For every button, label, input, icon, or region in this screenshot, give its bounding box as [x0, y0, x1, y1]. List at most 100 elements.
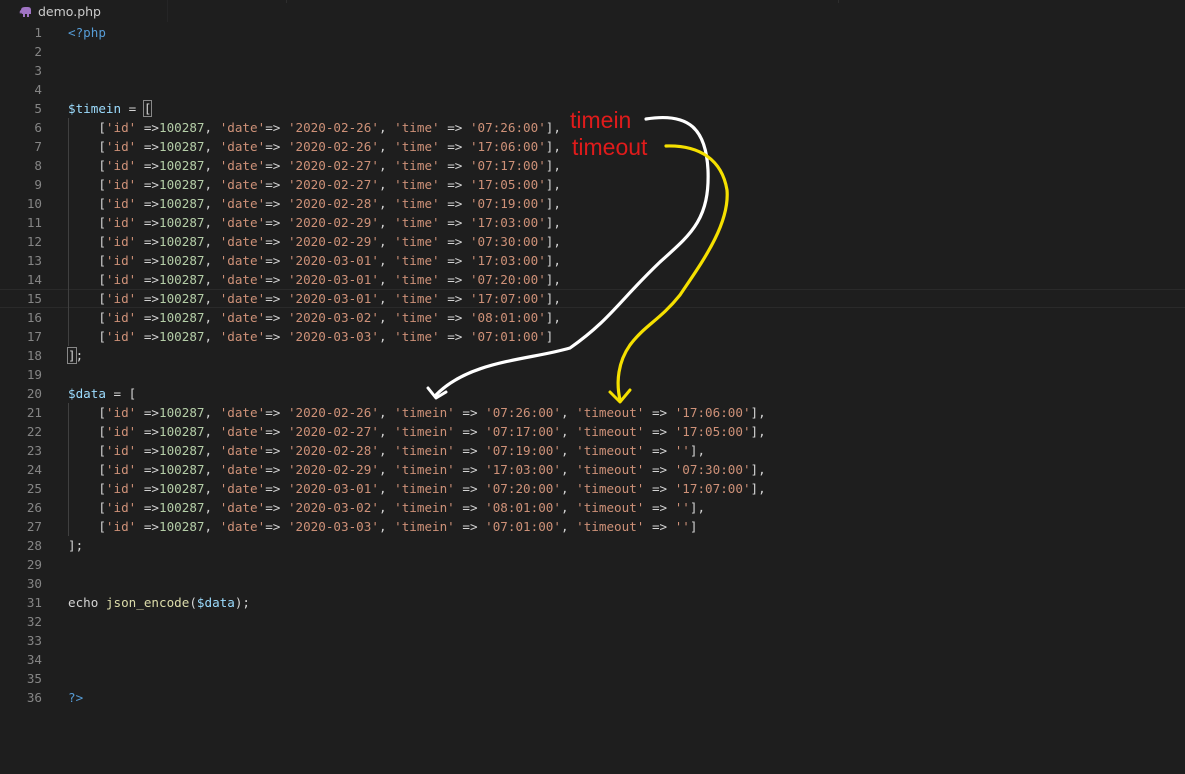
- code-token: 'timeout': [576, 500, 645, 515]
- code-token: 'id': [105, 443, 137, 458]
- code-token: 'date': [219, 310, 266, 325]
- code-line[interactable]: 27 ['id' =>100287, 'date'=> '2020-03-03'…: [0, 517, 1185, 536]
- code-line[interactable]: 20 $data = [: [0, 384, 1185, 403]
- code-token: 100287: [159, 139, 205, 154]
- code-line[interactable]: 14 ['id' =>100287, 'date'=> '2020-03-01'…: [0, 270, 1185, 289]
- code-token: =>: [265, 139, 288, 154]
- code-token: '2020-03-03': [287, 519, 379, 534]
- code-token: [: [68, 462, 106, 477]
- code-token: ,: [378, 424, 395, 439]
- code-line[interactable]: 21 ['id' =>100287, 'date'=> '2020-02-26'…: [0, 403, 1185, 422]
- code-line[interactable]: 33: [0, 631, 1185, 650]
- code-token: '2020-03-01': [287, 272, 379, 287]
- code-token: $data: [196, 595, 235, 610]
- code-token: 'date': [219, 196, 266, 211]
- code-token: '07:20:00': [469, 272, 546, 287]
- code-token: [: [68, 139, 106, 154]
- code-line[interactable]: 17 ['id' =>100287, 'date'=> '2020-03-03'…: [0, 327, 1185, 346]
- code-token: 'timeout': [576, 424, 645, 439]
- code-line[interactable]: 24 ['id' =>100287, 'date'=> '2020-02-29'…: [0, 460, 1185, 479]
- code-text: ];: [67, 346, 83, 365]
- code-line[interactable]: 31 echo json_encode($data);: [0, 593, 1185, 612]
- code-line[interactable]: 34: [0, 650, 1185, 669]
- code-token: echo: [68, 595, 106, 610]
- code-token: ,: [378, 234, 395, 249]
- code-token: ];: [68, 538, 84, 553]
- code-line[interactable]: 2: [0, 42, 1185, 61]
- code-token: =>: [439, 139, 470, 154]
- code-token: 'id': [105, 139, 137, 154]
- code-line[interactable]: 32: [0, 612, 1185, 631]
- code-token: =>: [265, 234, 288, 249]
- code-token: [: [68, 234, 106, 249]
- code-token: ,: [204, 310, 220, 325]
- tab-bar: demo.php: [0, 0, 1185, 22]
- code-token: '2020-02-26': [287, 405, 379, 420]
- code-token: ,: [378, 481, 395, 496]
- code-line[interactable]: 28];: [0, 536, 1185, 555]
- code-line[interactable]: 30: [0, 574, 1185, 593]
- code-line[interactable]: 19: [0, 365, 1185, 384]
- code-line[interactable]: 4: [0, 80, 1185, 99]
- code-token: 'timein': [394, 481, 455, 496]
- code-line[interactable]: 12 ['id' =>100287, 'date'=> '2020-02-29'…: [0, 232, 1185, 251]
- code-line[interactable]: 1 <?php: [0, 23, 1185, 42]
- line-number: 5: [34, 101, 42, 116]
- code-line[interactable]: 22 ['id' =>100287, 'date'=> '2020-02-27'…: [0, 422, 1185, 441]
- line-number: 21: [26, 405, 42, 420]
- code-text: ['id' =>100287, 'date'=> '2020-02-29', '…: [68, 213, 561, 232]
- code-line[interactable]: 26 ['id' =>100287, 'date'=> '2020-03-02'…: [0, 498, 1185, 517]
- code-token: ,: [560, 443, 577, 458]
- code-token: ,: [204, 158, 220, 173]
- code-token: =>: [265, 177, 288, 192]
- code-token: [: [68, 329, 106, 344]
- code-token: '2020-02-29': [287, 215, 379, 230]
- code-token: ],: [545, 177, 561, 192]
- code-line[interactable]: 23 ['id' =>100287, 'date'=> '2020-02-28'…: [0, 441, 1185, 460]
- line-number: 18: [26, 348, 42, 363]
- code-line[interactable]: 11 ['id' =>100287, 'date'=> '2020-02-29'…: [0, 213, 1185, 232]
- code-line[interactable]: 18];: [0, 346, 1185, 365]
- code-token: '17:03:00': [469, 253, 546, 268]
- code-token: $data: [68, 386, 106, 401]
- code-line[interactable]: 10 ['id' =>100287, 'date'=> '2020-02-28'…: [0, 194, 1185, 213]
- code-token: ,: [204, 253, 220, 268]
- code-line[interactable]: 16 ['id' =>100287, 'date'=> '2020-03-02'…: [0, 308, 1185, 327]
- code-line[interactable]: 29: [0, 555, 1185, 574]
- code-token: =>: [136, 196, 160, 211]
- code-line[interactable]: 9 ['id' =>100287, 'date'=> '2020-02-27',…: [0, 175, 1185, 194]
- code-line[interactable]: 36 ?>: [0, 688, 1185, 707]
- code-token: =>: [136, 291, 160, 306]
- code-token: =>: [644, 405, 675, 420]
- code-token: =>: [454, 481, 486, 496]
- code-line[interactable]: 13 ['id' =>100287, 'date'=> '2020-03-01'…: [0, 251, 1185, 270]
- code-token: =>: [136, 329, 160, 344]
- code-token: ],: [545, 120, 561, 135]
- code-token: ,: [378, 196, 395, 211]
- code-token: =>: [454, 519, 486, 534]
- code-line[interactable]: 25 ['id' =>100287, 'date'=> '2020-03-01'…: [0, 479, 1185, 498]
- code-token: =>: [136, 424, 160, 439]
- code-text: ['id' =>100287, 'date'=> '2020-02-29', '…: [68, 232, 561, 251]
- code-token: ],: [545, 158, 561, 173]
- tab-demo-php[interactable]: demo.php: [0, 0, 168, 22]
- code-token: ?>: [68, 690, 84, 705]
- code-token: 'time': [394, 215, 440, 230]
- code-token: [: [68, 424, 106, 439]
- code-token: '2020-02-28': [287, 196, 379, 211]
- code-token: =>: [136, 177, 160, 192]
- code-token: ,: [378, 519, 395, 534]
- code-token: '2020-02-29': [287, 234, 379, 249]
- line-number: 28: [26, 538, 42, 553]
- code-token: ,: [378, 272, 395, 287]
- code-token: =>: [265, 196, 288, 211]
- code-token: 'date': [219, 253, 266, 268]
- code-line[interactable]: 15 ['id' =>100287, 'date'=> '2020-03-01'…: [0, 289, 1185, 308]
- code-token: '17:05:00': [469, 177, 546, 192]
- code-line[interactable]: 35: [0, 669, 1185, 688]
- code-token: ,: [378, 139, 395, 154]
- code-token: 'date': [219, 424, 266, 439]
- line-number: 12: [26, 234, 42, 249]
- line-number: 31: [26, 595, 42, 610]
- code-line[interactable]: 3: [0, 61, 1185, 80]
